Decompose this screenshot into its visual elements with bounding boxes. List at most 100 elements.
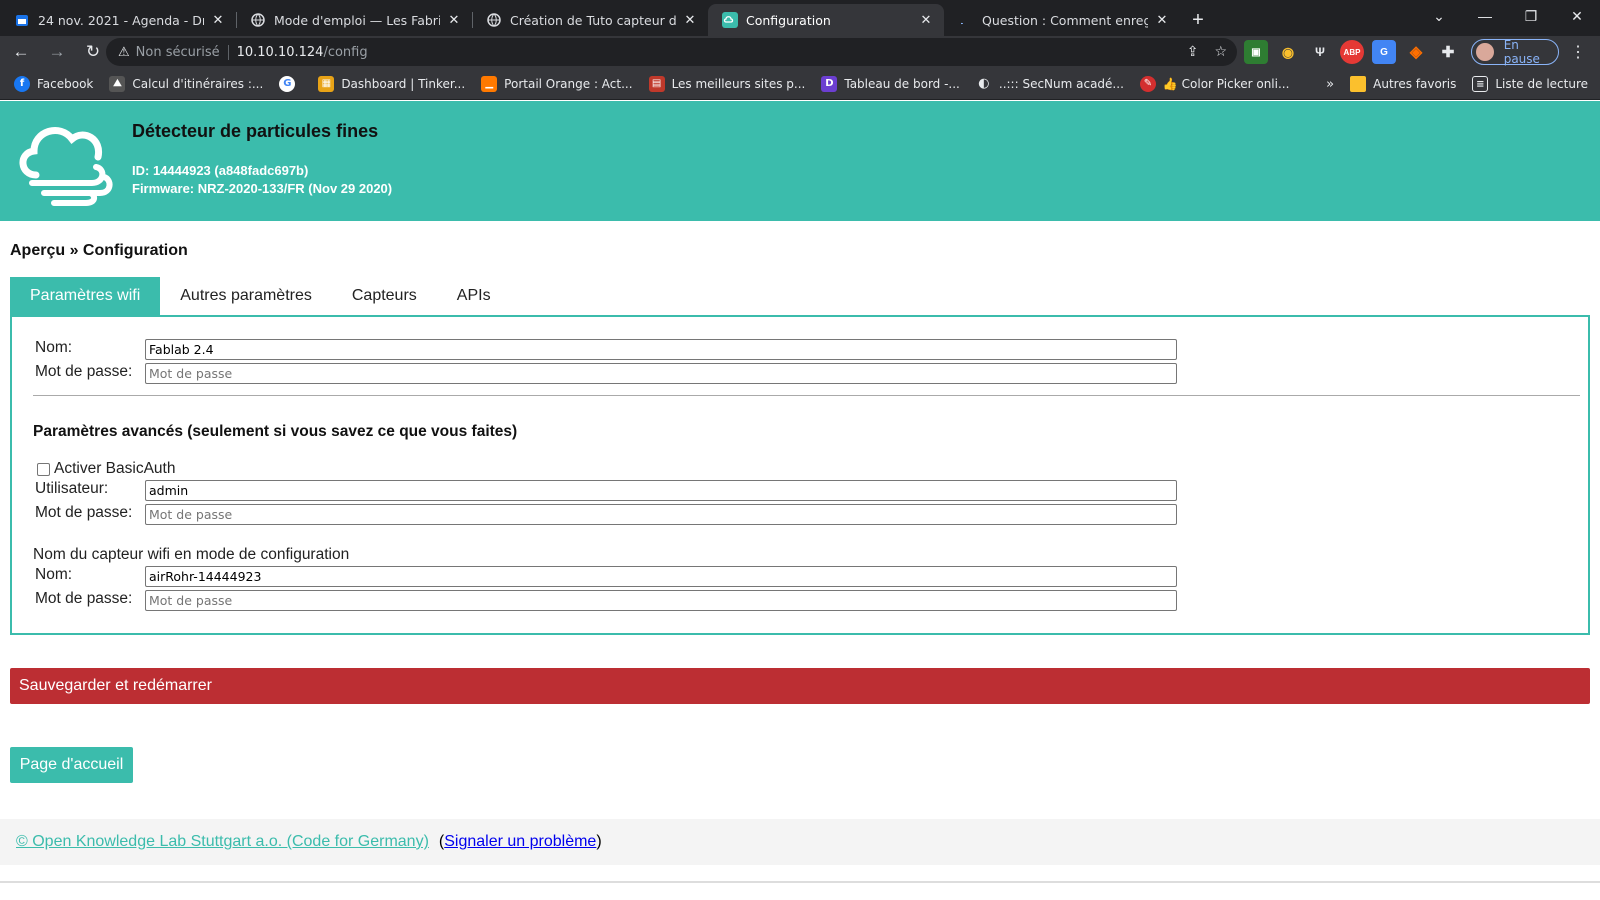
orange-extension-icon[interactable]: ◈ — [1404, 40, 1428, 64]
google-icon: G — [279, 75, 296, 92]
back-icon[interactable]: ← — [6, 42, 36, 62]
save-restart-button[interactable]: Sauvegarder et redémarrer — [10, 668, 1590, 704]
footer: © Open Knowledge Lab Stuttgart a.o. (Cod… — [0, 819, 1600, 865]
bookmark-label: Calcul d'itinéraires :... — [132, 76, 264, 91]
window-controls: ⌄ — ❐ ✕ — [1416, 0, 1600, 32]
bookmark-label: Facebook — [37, 76, 94, 91]
bookmark-facebook[interactable]: f Facebook — [14, 75, 94, 92]
browser-tabbar: 24 nov. 2021 - Agenda - Dnet da ✕ Mode d… — [0, 0, 1600, 36]
tab-title: Création de Tuto capteur de l'air — [510, 12, 676, 28]
bookmark-itineraires[interactable]: ⛰ Calcul d'itinéraires :... — [109, 75, 264, 92]
bookmark-label: ..::: SecNum acadé... — [998, 76, 1124, 91]
warning-icon: ⚠ — [118, 44, 130, 60]
profile-label: En pause — [1503, 38, 1540, 66]
basic-auth-checkbox[interactable] — [37, 462, 50, 476]
auth-password-input[interactable] — [145, 504, 1177, 525]
report-problem-link[interactable]: Signaler un problème — [444, 833, 596, 850]
bookmark-orange[interactable]: ▁ Portail Orange : Act... — [481, 75, 633, 92]
browser-tab-configuration[interactable]: Configuration ✕ — [708, 4, 944, 36]
tinkercad-icon: ▦ — [318, 75, 335, 92]
restore-icon[interactable]: ❐ — [1508, 8, 1554, 25]
bookmark-secnum[interactable]: ◐ ..::: SecNum acadé... — [976, 76, 1124, 92]
reading-list-button[interactable]: ≡ Liste de lecture — [1472, 76, 1588, 92]
ap-password-row: Mot de passe: — [35, 588, 143, 610]
adblock-icon[interactable]: ABP — [1340, 40, 1364, 64]
ap-password-input[interactable] — [145, 590, 1177, 611]
advanced-heading: Paramètres avancés (seulement si vous sa… — [33, 423, 518, 440]
ap-name-input[interactable] — [145, 566, 1177, 587]
bookmark-label: Portail Orange : Act... — [504, 76, 633, 91]
close-window-icon[interactable]: ✕ — [1554, 8, 1600, 25]
home-page-button[interactable]: Page d'accueil — [10, 747, 133, 783]
browser-tab-mode-emploi[interactable]: Mode d'emploi — Les Fabriques ✕ — [236, 4, 472, 36]
wifi-name-input[interactable] — [145, 339, 1177, 360]
browser-toolbar: ← → ↻ ⚠ Non sécurisé 10.10.10.124/config… — [0, 36, 1600, 68]
reading-list-icon: ≡ — [1472, 76, 1489, 92]
bookmark-label: Liste de lecture — [1495, 77, 1588, 91]
auth-user-row: Utilisateur: — [35, 478, 143, 500]
dashboard-icon: D — [821, 75, 838, 92]
bookmark-star-icon[interactable]: ☆ — [1214, 44, 1227, 60]
browser-tab-question[interactable]: Question : Comment enregistrer ✕ — [944, 4, 1180, 36]
close-icon[interactable]: ✕ — [210, 13, 226, 28]
url-host: 10.10.10.124 — [236, 44, 324, 60]
breadcrumb: Aperçu » Configuration — [10, 242, 188, 259]
profile-button[interactable]: En pause — [1471, 38, 1559, 66]
new-tab-button[interactable]: + — [1180, 4, 1216, 36]
bookmark-label: Les meilleurs sites p... — [671, 76, 806, 91]
tab-search-icon[interactable]: ⌄ — [1416, 8, 1462, 25]
bookmarks-bar: f Facebook ⛰ Calcul d'itinéraires :... G… — [0, 68, 1600, 100]
browser-tab-tuto[interactable]: Création de Tuto capteur de l'air ✕ — [472, 4, 708, 36]
forward-icon[interactable]: → — [42, 42, 72, 62]
security-label: Non sécurisé — [136, 44, 229, 60]
wifi-password-row: Mot de passe: — [35, 361, 143, 383]
more-menu-icon[interactable]: ⋮ — [1570, 42, 1586, 62]
bookmark-tinkercad[interactable]: ▦ Dashboard | Tinker... — [318, 75, 466, 92]
folder-icon — [1350, 76, 1367, 92]
extensions-area: ▣ ◉ Ψ ABP G ◈ ✚ — [1244, 40, 1460, 64]
tab-sensors[interactable]: Capteurs — [332, 277, 437, 315]
reload-icon[interactable]: ↻ — [78, 42, 108, 62]
wifi-password-input[interactable] — [145, 363, 1177, 384]
bookmarks-right: » Autres favoris ≡ Liste de lecture — [1326, 68, 1588, 100]
color-picker-icon: ✎ — [1139, 75, 1156, 92]
tab-other-settings[interactable]: Autres paramètres — [160, 277, 332, 315]
screen-capture-extension-icon[interactable]: ▣ — [1244, 40, 1268, 64]
share-icon[interactable]: ⇪ — [1187, 44, 1199, 60]
footer-paren: (Signaler un problème) — [439, 833, 602, 851]
bookmark-color-picker[interactable]: ✎ 👍 Color Picker onli... — [1139, 75, 1290, 92]
page-content: Détecteur de particules fines ID: 144449… — [0, 101, 1600, 900]
bookmark-tableau-de-bord[interactable]: D Tableau de bord -... — [821, 75, 960, 92]
bookmark-label: Dashboard | Tinker... — [341, 76, 466, 91]
credit-link[interactable]: © Open Knowledge Lab Stuttgart a.o. (Cod… — [16, 833, 429, 851]
translate-extension-icon[interactable]: Ψ — [1308, 40, 1332, 64]
bookmark-meilleurs-sites[interactable]: ▤ Les meilleurs sites p... — [648, 75, 806, 92]
auth-user-input[interactable] — [145, 480, 1177, 501]
bookmark-google[interactable]: G — [279, 75, 302, 92]
minimize-icon[interactable]: — — [1462, 8, 1508, 24]
address-bar[interactable]: ⚠ Non sécurisé 10.10.10.124/config ⇪ ☆ — [106, 38, 1237, 66]
close-icon[interactable]: ✕ — [682, 13, 698, 28]
bookmark-label: 👍 Color Picker onli... — [1162, 76, 1290, 91]
auth-password-row: Mot de passe: — [35, 502, 143, 524]
chrome-extension-icon[interactable]: ◉ — [1276, 40, 1300, 64]
mountain-icon: ⛰ — [109, 75, 126, 92]
basic-auth-checkbox-row[interactable]: Activer BasicAuth — [37, 460, 175, 478]
browser-tab-agenda[interactable]: 24 nov. 2021 - Agenda - Dnet da ✕ — [0, 4, 236, 36]
cloud-icon — [722, 12, 738, 28]
bookmark-other-folder[interactable]: Autres favoris — [1350, 76, 1456, 92]
close-icon[interactable]: ✕ — [918, 13, 934, 28]
google-translate-icon[interactable]: G — [1372, 40, 1396, 64]
page-title: Détecteur de particules fines — [132, 121, 379, 141]
tab-apis[interactable]: APIs — [437, 277, 511, 315]
ap-heading: Nom du capteur wifi en mode de configura… — [33, 546, 350, 563]
tab-title: Mode d'emploi — Les Fabriques — [274, 12, 440, 28]
close-icon[interactable]: ✕ — [446, 13, 462, 28]
puzzle-icon[interactable]: ✚ — [1436, 40, 1460, 64]
cloud-wind-icon — [19, 127, 113, 206]
wifi-name-row: Nom: — [35, 337, 143, 359]
close-icon[interactable]: ✕ — [1154, 13, 1170, 28]
tab-wifi[interactable]: Paramètres wifi — [10, 277, 161, 315]
bookmarks-overflow-button[interactable]: » — [1326, 77, 1334, 92]
url-path: /config — [323, 44, 368, 60]
